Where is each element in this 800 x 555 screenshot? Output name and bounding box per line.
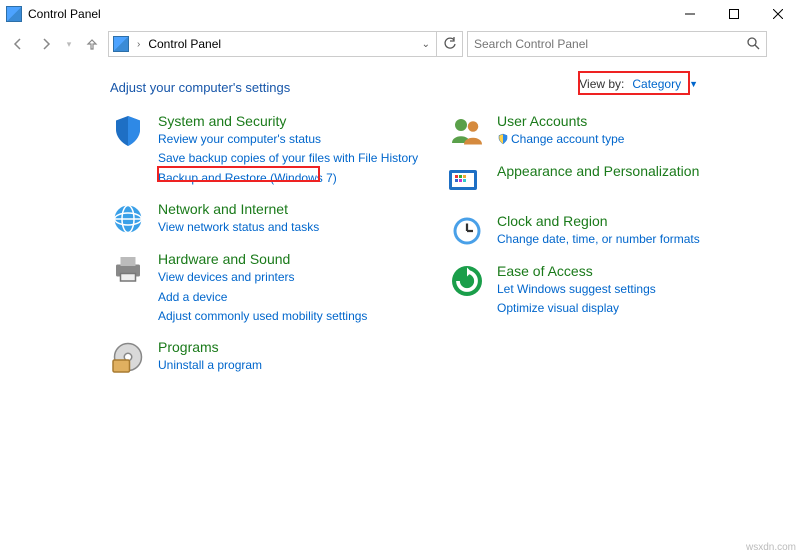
category-title[interactable]: Appearance and Personalization [497, 163, 699, 179]
right-column: User Accounts Change account type Appear… [449, 113, 760, 375]
link-add-device[interactable]: Add a device [158, 289, 367, 306]
category-title[interactable]: Ease of Access [497, 263, 656, 279]
view-by-control[interactable]: View by: Category ▼ [573, 74, 704, 94]
link-file-history[interactable]: Save backup copies of your files with Fi… [158, 150, 418, 167]
view-by-value[interactable]: Category [632, 77, 681, 91]
search-box[interactable] [467, 31, 767, 57]
category-system-security: System and Security Review your computer… [110, 113, 421, 187]
link-view-devices[interactable]: View devices and printers [158, 269, 367, 286]
category-title[interactable]: Clock and Region [497, 213, 700, 229]
refresh-button[interactable] [437, 31, 463, 57]
category-user-accounts: User Accounts Change account type [449, 113, 760, 149]
title-bar: Control Panel [0, 0, 800, 28]
left-column: System and Security Review your computer… [110, 113, 421, 375]
minimize-button[interactable] [668, 0, 712, 28]
app-icon [6, 6, 22, 22]
clock-icon [449, 213, 485, 249]
globe-icon [110, 201, 146, 237]
category-title[interactable]: Programs [158, 339, 262, 355]
link-network-status[interactable]: View network status and tasks [158, 219, 319, 236]
breadcrumb-control-panel[interactable]: Control Panel [144, 37, 225, 51]
category-clock-region: Clock and Region Change date, time, or n… [449, 213, 760, 249]
category-hardware-sound: Hardware and Sound View devices and prin… [110, 251, 421, 325]
up-button[interactable] [80, 32, 104, 56]
address-bar[interactable]: › Control Panel ⌄ [108, 31, 437, 57]
nav-bar: ▾ › Control Panel ⌄ [0, 28, 800, 60]
forward-button[interactable] [34, 32, 58, 56]
control-panel-icon [113, 36, 129, 52]
search-input[interactable] [474, 37, 740, 51]
disc-icon [110, 339, 146, 375]
category-network-internet: Network and Internet View network status… [110, 201, 421, 237]
category-title[interactable]: System and Security [158, 113, 418, 129]
link-windows-suggest[interactable]: Let Windows suggest settings [497, 281, 656, 298]
chevron-right-icon[interactable]: › [133, 39, 144, 50]
category-appearance-personalization: Appearance and Personalization [449, 163, 760, 199]
link-review-status[interactable]: Review your computer's status [158, 131, 418, 148]
attribution-text: wsxdn.com [746, 542, 796, 553]
view-by-label: View by: [579, 77, 624, 91]
category-programs: Programs Uninstall a program [110, 339, 421, 375]
recent-locations-button[interactable]: ▾ [62, 32, 76, 56]
category-title[interactable]: Hardware and Sound [158, 251, 367, 267]
back-button[interactable] [6, 32, 30, 56]
chevron-down-icon[interactable]: ⌄ [416, 39, 436, 50]
link-uninstall-program[interactable]: Uninstall a program [158, 357, 262, 374]
link-change-date-formats[interactable]: Change date, time, or number formats [497, 231, 700, 248]
close-button[interactable] [756, 0, 800, 28]
window-buttons [668, 0, 800, 28]
category-title[interactable]: User Accounts [497, 113, 624, 129]
chevron-down-icon: ▼ [689, 79, 698, 89]
search-icon[interactable] [746, 36, 760, 53]
link-mobility-settings[interactable]: Adjust commonly used mobility settings [158, 308, 367, 325]
printer-icon [110, 251, 146, 287]
ease-of-access-icon [449, 263, 485, 299]
link-optimize-display[interactable]: Optimize visual display [497, 300, 656, 317]
link-backup-restore[interactable]: Backup and Restore (Windows 7) [158, 170, 418, 187]
link-change-account-type[interactable]: Change account type [497, 131, 624, 148]
personalization-icon [449, 163, 485, 199]
category-title[interactable]: Network and Internet [158, 201, 319, 217]
users-icon [449, 113, 485, 149]
window-title: Control Panel [28, 7, 668, 21]
shield-icon [110, 113, 146, 149]
maximize-button[interactable] [712, 0, 756, 28]
category-ease-of-access: Ease of Access Let Windows suggest setti… [449, 263, 760, 318]
content-area: Adjust your computer's settings System a… [0, 60, 800, 385]
